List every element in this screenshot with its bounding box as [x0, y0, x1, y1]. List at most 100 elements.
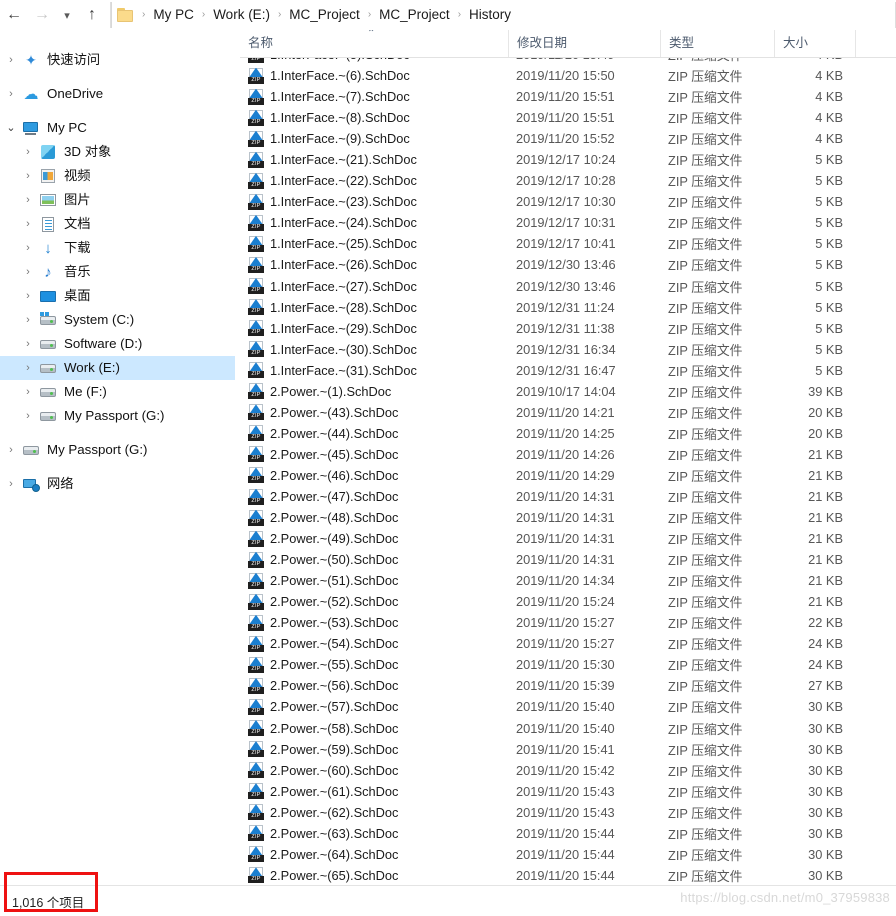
file-name-cell[interactable]: ZIP 2.Power.~(44).SchDoc [240, 425, 508, 442]
table-row[interactable]: ZIP 2.Power.~(65).SchDoc 2019/11/20 15:44 Z… [240, 865, 896, 885]
file-name-cell[interactable]: ZIP 1.InterFace.~(29).SchDoc [240, 320, 508, 337]
file-name-cell[interactable]: ZIP 2.Power.~(53).SchDoc [240, 614, 508, 631]
table-row[interactable]: ZIP 2.Power.~(49).SchDoc 2019/11/20 14:31 Z… [240, 528, 896, 549]
chevron-right-icon[interactable]: › [17, 212, 39, 236]
table-row[interactable]: ZIP 2.Power.~(63).SchDoc 2019/11/20 15:44 Z… [240, 823, 896, 844]
breadcrumb-item-history[interactable]: History [467, 2, 513, 28]
column-header-type[interactable]: 类型 [660, 30, 774, 57]
file-name-cell[interactable]: ZIP 2.Power.~(61).SchDoc [240, 783, 508, 800]
file-name-cell[interactable]: ZIP 1.InterFace.~(8).SchDoc [240, 109, 508, 126]
table-row[interactable]: ZIP 1.InterFace.~(26).SchDoc 2019/12/30 13… [240, 254, 896, 275]
table-row[interactable]: ZIP 1.InterFace.~(5).SchDoc 2019/11/20 15:… [240, 58, 896, 65]
file-name-cell[interactable]: ZIP 2.Power.~(63).SchDoc [240, 825, 508, 842]
table-row[interactable]: ZIP 2.Power.~(48).SchDoc 2019/11/20 14:31 Z… [240, 507, 896, 528]
table-row[interactable]: ZIP 2.Power.~(64).SchDoc 2019/11/20 15:44 Z… [240, 844, 896, 865]
table-row[interactable]: ZIP 1.InterFace.~(23).SchDoc 2019/12/17 10… [240, 191, 896, 212]
chevron-right-icon[interactable]: › [17, 404, 39, 428]
file-name-cell[interactable]: ZIP 2.Power.~(46).SchDoc [240, 467, 508, 484]
table-row[interactable]: ZIP 2.Power.~(57).SchDoc 2019/11/20 15:40 Z… [240, 696, 896, 717]
table-row[interactable]: ZIP 1.InterFace.~(7).SchDoc 2019/11/20 15:… [240, 86, 896, 107]
file-name-cell[interactable]: ZIP 1.InterFace.~(6).SchDoc [240, 67, 508, 84]
table-row[interactable]: ZIP 1.InterFace.~(31).SchDoc 2019/12/31 16… [240, 360, 896, 381]
sidebar-item-4[interactable]: › 视频 [0, 164, 235, 188]
chevron-right-icon[interactable]: › [0, 438, 22, 462]
table-row[interactable]: ZIP 2.Power.~(51).SchDoc 2019/11/20 14:34 Z… [240, 570, 896, 591]
sidebar-item-10[interactable]: › System (C:) [0, 308, 235, 332]
sidebar-item-9[interactable]: › 桌面 [0, 284, 235, 308]
sidebar-item-13[interactable]: › Me (F:) [0, 380, 235, 404]
sidebar-item-5[interactable]: › 图片 [0, 188, 235, 212]
chevron-right-icon[interactable]: › [17, 284, 39, 308]
table-row[interactable]: ZIP 1.InterFace.~(24).SchDoc 2019/12/17 10… [240, 212, 896, 233]
sidebar-item-6[interactable]: › 文档 [0, 212, 235, 236]
table-row[interactable]: ZIP 1.InterFace.~(8).SchDoc 2019/11/20 15:… [240, 107, 896, 128]
sidebar-item-7[interactable]: › ↓ 下载 [0, 236, 235, 260]
file-name-cell[interactable]: ZIP 1.InterFace.~(22).SchDoc [240, 172, 508, 189]
chevron-right-icon[interactable]: › [17, 260, 39, 284]
breadcrumb[interactable]: › My PC › Work (E:) › MC_Project › MC_Pr… [110, 2, 896, 28]
chevron-right-icon[interactable]: › [0, 82, 22, 106]
sidebar-item-14[interactable]: › My Passport (G:) [0, 404, 235, 428]
table-row[interactable]: ZIP 2.Power.~(52).SchDoc 2019/11/20 15:24 Z… [240, 591, 896, 612]
chevron-right-icon[interactable]: › [17, 332, 39, 356]
file-name-cell[interactable]: ZIP 1.InterFace.~(30).SchDoc [240, 341, 508, 358]
table-row[interactable]: ZIP 2.Power.~(1).SchDoc 2019/10/17 14:04 ZI… [240, 381, 896, 402]
sidebar-item-0[interactable]: › ✦ 快速访问 [0, 48, 235, 72]
table-row[interactable]: ZIP 2.Power.~(62).SchDoc 2019/11/20 15:43 Z… [240, 802, 896, 823]
sidebar-item-11[interactable]: › Software (D:) [0, 332, 235, 356]
file-name-cell[interactable]: ZIP 2.Power.~(60).SchDoc [240, 762, 508, 779]
file-name-cell[interactable]: ZIP 1.InterFace.~(9).SchDoc [240, 130, 508, 147]
file-name-cell[interactable]: ZIP 2.Power.~(49).SchDoc [240, 530, 508, 547]
table-row[interactable]: ZIP 2.Power.~(43).SchDoc 2019/11/20 14:21 Z… [240, 402, 896, 423]
breadcrumb-item-my-pc[interactable]: My PC [151, 2, 196, 28]
table-row[interactable]: ZIP 2.Power.~(44).SchDoc 2019/11/20 14:25 Z… [240, 423, 896, 444]
file-rows-viewport[interactable]: ZIP 1.InterFace.~(5).SchDoc 2019/11/20 15:… [240, 58, 896, 885]
file-name-cell[interactable]: ZIP 1.InterFace.~(24).SchDoc [240, 214, 508, 231]
breadcrumb-item-mc-project-2[interactable]: MC_Project [377, 2, 452, 28]
table-row[interactable]: ZIP 1.InterFace.~(25).SchDoc 2019/12/17 10… [240, 233, 896, 254]
back-button[interactable]: ← [0, 1, 28, 29]
table-row[interactable]: ZIP 2.Power.~(56).SchDoc 2019/11/20 15:39 Z… [240, 675, 896, 696]
file-name-cell[interactable]: ZIP 1.InterFace.~(23).SchDoc [240, 193, 508, 210]
table-row[interactable]: ZIP 2.Power.~(58).SchDoc 2019/11/20 15:40 Z… [240, 718, 896, 739]
table-row[interactable]: ZIP 1.InterFace.~(28).SchDoc 2019/12/31 11… [240, 297, 896, 318]
file-name-cell[interactable]: ZIP 2.Power.~(52).SchDoc [240, 593, 508, 610]
sidebar-item-12[interactable]: › Work (E:) [0, 356, 235, 380]
file-name-cell[interactable]: ZIP 2.Power.~(65).SchDoc [240, 867, 508, 884]
table-row[interactable]: ZIP 1.InterFace.~(21).SchDoc 2019/12/17 10… [240, 149, 896, 170]
column-header-size[interactable]: 大小 [774, 30, 855, 57]
file-name-cell[interactable]: ZIP 2.Power.~(55).SchDoc [240, 656, 508, 673]
recent-locations-button[interactable]: ▾ [56, 1, 78, 29]
table-row[interactable]: ZIP 2.Power.~(61).SchDoc 2019/11/20 15:43 Z… [240, 781, 896, 802]
file-name-cell[interactable]: ZIP 2.Power.~(48).SchDoc [240, 509, 508, 526]
table-row[interactable]: ZIP 2.Power.~(55).SchDoc 2019/11/20 15:30 Z… [240, 654, 896, 675]
table-row[interactable]: ZIP 2.Power.~(54).SchDoc 2019/11/20 15:27 Z… [240, 633, 896, 654]
file-name-cell[interactable]: ZIP 1.InterFace.~(7).SchDoc [240, 88, 508, 105]
table-row[interactable]: ZIP 1.InterFace.~(30).SchDoc 2019/12/31 16… [240, 339, 896, 360]
breadcrumb-item-work-e[interactable]: Work (E:) [211, 2, 272, 28]
file-name-cell[interactable]: ZIP 2.Power.~(1).SchDoc [240, 383, 508, 400]
file-name-cell[interactable]: ZIP 1.InterFace.~(28).SchDoc [240, 299, 508, 316]
sidebar-item-3[interactable]: › 3D 对象 [0, 140, 235, 164]
sidebar-item-16[interactable]: › 网络 [0, 472, 235, 496]
chevron-down-icon[interactable]: ⌄ [0, 116, 22, 140]
table-row[interactable]: ZIP 1.InterFace.~(29).SchDoc 2019/12/31 11… [240, 318, 896, 339]
table-row[interactable]: ZIP 2.Power.~(47).SchDoc 2019/11/20 14:31 Z… [240, 486, 896, 507]
column-header-name[interactable]: 名称 ⌃ [240, 30, 508, 57]
table-row[interactable]: ZIP 1.InterFace.~(27).SchDoc 2019/12/30 13… [240, 276, 896, 297]
file-name-cell[interactable]: ZIP 2.Power.~(58).SchDoc [240, 720, 508, 737]
chevron-right-icon[interactable]: › [17, 236, 39, 260]
file-name-cell[interactable]: ZIP 1.InterFace.~(5).SchDoc [240, 58, 508, 63]
file-name-cell[interactable]: ZIP 2.Power.~(64).SchDoc [240, 846, 508, 863]
file-name-cell[interactable]: ZIP 2.Power.~(57).SchDoc [240, 698, 508, 715]
file-name-cell[interactable]: ZIP 2.Power.~(51).SchDoc [240, 572, 508, 589]
column-header-date-modified[interactable]: 修改日期 [508, 30, 660, 57]
up-button[interactable]: ↑ [78, 1, 106, 29]
file-name-cell[interactable]: ZIP 2.Power.~(43).SchDoc [240, 404, 508, 421]
file-name-cell[interactable]: ZIP 2.Power.~(50).SchDoc [240, 551, 508, 568]
pane-divider[interactable] [236, 30, 237, 885]
table-row[interactable]: ZIP 2.Power.~(50).SchDoc 2019/11/20 14:31 Z… [240, 549, 896, 570]
file-name-cell[interactable]: ZIP 1.InterFace.~(31).SchDoc [240, 362, 508, 379]
file-name-cell[interactable]: ZIP 1.InterFace.~(27).SchDoc [240, 278, 508, 295]
table-row[interactable]: ZIP 2.Power.~(46).SchDoc 2019/11/20 14:29 Z… [240, 465, 896, 486]
